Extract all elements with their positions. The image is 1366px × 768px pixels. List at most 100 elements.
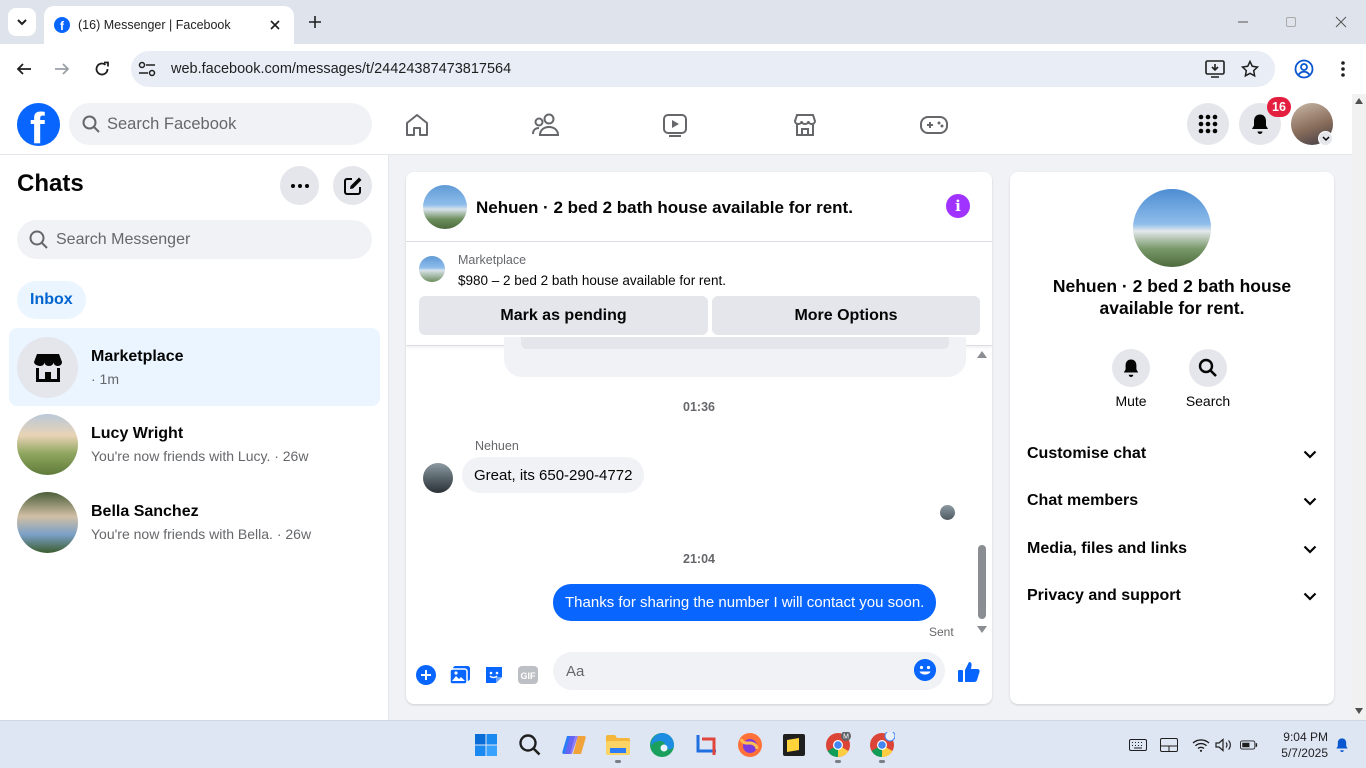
taskbar-search-button[interactable] bbox=[516, 731, 544, 759]
keyboard-tray-icon[interactable] bbox=[1129, 737, 1147, 753]
listing-thumbnail[interactable] bbox=[419, 256, 445, 282]
marketplace-avatar bbox=[17, 337, 78, 398]
chevron-down-icon bbox=[1303, 592, 1317, 601]
site-settings-icon[interactable] bbox=[138, 61, 156, 77]
chevron-down-icon bbox=[1303, 545, 1317, 554]
reload-button[interactable] bbox=[89, 56, 115, 82]
message-input[interactable]: Aa bbox=[553, 652, 945, 690]
message-input-placeholder: Aa bbox=[566, 662, 585, 680]
emoji-icon[interactable] bbox=[914, 659, 936, 681]
bookmark-button[interactable] bbox=[1238, 57, 1262, 81]
facebook-logo-icon[interactable]: f bbox=[17, 103, 60, 146]
like-button[interactable] bbox=[955, 658, 983, 686]
battery-icon[interactable] bbox=[1240, 737, 1258, 753]
info-avatar[interactable] bbox=[1133, 189, 1211, 267]
snipping-tool-button[interactable] bbox=[692, 731, 720, 759]
close-tab-icon[interactable] bbox=[266, 16, 284, 34]
conversation-avatar[interactable] bbox=[423, 185, 467, 229]
message-scrollbar[interactable] bbox=[975, 347, 989, 637]
plus-icon bbox=[309, 16, 321, 28]
attach-photo-button[interactable] bbox=[448, 663, 472, 687]
copilot-button[interactable] bbox=[560, 731, 588, 759]
chats-title: Chats bbox=[17, 170, 84, 197]
restore-icon bbox=[1286, 17, 1296, 27]
chat-item-bella-sanchez[interactable]: Bella Sanchez You're now friends with Be… bbox=[9, 483, 380, 561]
incoming-message[interactable]: Great, its 650-290-4772 bbox=[462, 457, 645, 493]
clock-date: 5/7/2025 bbox=[1281, 746, 1328, 760]
address-bar[interactable]: web.facebook.com/messages/t/244243874738… bbox=[131, 51, 1275, 87]
nav-marketplace[interactable] bbox=[790, 110, 820, 140]
new-message-button[interactable] bbox=[333, 166, 372, 205]
row-label: Chat members bbox=[1027, 492, 1139, 509]
messenger-search-input[interactable]: Search Messenger bbox=[17, 220, 372, 259]
minimize-button[interactable] bbox=[1233, 12, 1253, 32]
profile-button[interactable] bbox=[1292, 57, 1316, 81]
forward-button[interactable] bbox=[49, 56, 75, 82]
browser-tab-messenger[interactable]: f (16) Messenger | Facebook bbox=[44, 6, 294, 44]
marketplace-icon bbox=[793, 114, 817, 136]
notification-badge: 16 bbox=[1267, 97, 1291, 117]
chat-item-marketplace[interactable]: Marketplace · 1m bbox=[9, 328, 380, 406]
timestamp: 21:04 bbox=[683, 552, 715, 566]
sticker-button[interactable] bbox=[482, 663, 506, 687]
marketplace-listing-bar: Marketplace $980 – 2 bed 2 bath house av… bbox=[406, 243, 992, 346]
edge-icon bbox=[650, 733, 674, 757]
tab-search-button[interactable] bbox=[8, 8, 36, 36]
edge-button[interactable] bbox=[648, 731, 676, 759]
sender-avatar bbox=[423, 463, 453, 493]
privacy-support-row[interactable]: Privacy and support bbox=[1027, 581, 1317, 611]
account-menu-caret[interactable] bbox=[1318, 131, 1333, 146]
listing-title[interactable]: $980 – 2 bed 2 bath house available for … bbox=[458, 273, 726, 288]
compose-icon bbox=[343, 177, 361, 195]
previous-message-bubble bbox=[504, 337, 966, 377]
restore-button[interactable] bbox=[1281, 12, 1301, 32]
chrome-profile-m-button[interactable]: M bbox=[824, 731, 852, 759]
conversation-title[interactable]: Nehuen · 2 bed 2 bath house available fo… bbox=[476, 198, 853, 218]
message-list: 01:36 Nehuen Great, its 650-290-4772 21:… bbox=[406, 337, 992, 647]
video-icon bbox=[663, 114, 687, 137]
chat-snippet: · 1m bbox=[91, 371, 119, 387]
nav-gaming[interactable] bbox=[919, 110, 949, 140]
chat-item-lucy-wright[interactable]: Lucy Wright You're now friends with Lucy… bbox=[9, 405, 380, 483]
arrow-right-icon bbox=[55, 63, 70, 75]
nav-home[interactable] bbox=[402, 110, 432, 140]
windows-taskbar: M 9:04 PM 5/7/2025 bbox=[0, 720, 1366, 768]
volume-icon[interactable] bbox=[1215, 737, 1233, 753]
mute-button[interactable]: Mute bbox=[1101, 349, 1161, 409]
start-button[interactable] bbox=[472, 731, 500, 759]
customise-chat-row[interactable]: Customise chat bbox=[1027, 439, 1317, 469]
firefox-button[interactable] bbox=[736, 731, 764, 759]
mark-as-pending-button[interactable]: Mark as pending bbox=[419, 296, 708, 335]
new-tab-button[interactable] bbox=[304, 11, 326, 33]
chat-members-row[interactable]: Chat members bbox=[1027, 486, 1317, 516]
file-explorer-button[interactable] bbox=[604, 731, 632, 759]
browser-menu-button[interactable] bbox=[1331, 57, 1355, 81]
close-window-button[interactable] bbox=[1331, 12, 1351, 32]
menu-button[interactable] bbox=[1187, 103, 1229, 145]
chat-name: Lucy Wright bbox=[91, 425, 184, 442]
outgoing-message[interactable]: Thanks for sharing the number I will con… bbox=[553, 584, 937, 621]
chrome-profile-button[interactable] bbox=[868, 731, 896, 759]
nav-video[interactable] bbox=[660, 110, 690, 140]
install-app-button[interactable] bbox=[1203, 57, 1227, 81]
bella-avatar bbox=[17, 492, 78, 553]
system-clock[interactable]: 9:04 PM 5/7/2025 bbox=[1268, 729, 1328, 761]
more-options-button[interactable]: More Options bbox=[712, 296, 980, 335]
facebook-favicon-icon: f bbox=[54, 17, 70, 33]
facebook-search-input[interactable]: Search Facebook bbox=[69, 103, 372, 145]
notifications-tray-icon[interactable] bbox=[1333, 737, 1351, 753]
nav-friends[interactable] bbox=[531, 110, 561, 140]
bell-icon bbox=[1252, 114, 1268, 134]
back-button[interactable] bbox=[11, 56, 37, 82]
info-icon[interactable]: i bbox=[946, 194, 970, 218]
chat-options-button[interactable] bbox=[280, 166, 319, 205]
sticky-notes-button[interactable] bbox=[780, 731, 808, 759]
wifi-icon[interactable] bbox=[1192, 737, 1210, 753]
gif-button[interactable]: GIF bbox=[516, 663, 540, 687]
search-in-conversation-button[interactable]: Search bbox=[1178, 349, 1238, 409]
more-actions-button[interactable] bbox=[414, 663, 438, 687]
display-tray-icon[interactable] bbox=[1160, 737, 1178, 753]
inbox-filter[interactable]: Inbox bbox=[17, 281, 86, 319]
media-files-links-row[interactable]: Media, files and links bbox=[1027, 534, 1317, 564]
page-scrollbar[interactable] bbox=[1352, 94, 1366, 720]
